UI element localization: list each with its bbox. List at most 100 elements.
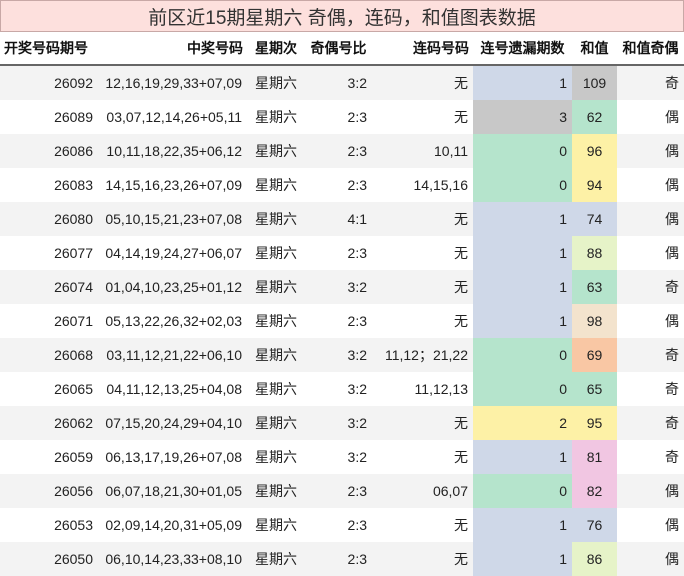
table-row: 26071 05,13,22,26,32+02,03 星期六 2:3 无 1 98 偶 xyxy=(0,304,684,338)
cell-consec: 无 xyxy=(372,65,473,100)
cell-issue: 26059 xyxy=(0,440,98,474)
table-row: 26062 07,15,20,24,29+04,10 星期六 3:2 无 2 95 奇 xyxy=(0,406,684,440)
cell-parity: 偶 xyxy=(617,168,684,202)
cell-issue: 26050 xyxy=(0,542,98,576)
cell-sum: 98 xyxy=(572,304,617,338)
cell-ratio: 2:3 xyxy=(305,304,372,338)
header-sum: 和值 xyxy=(572,32,617,66)
cell-ratio: 4:1 xyxy=(305,202,372,236)
cell-gap: 1 xyxy=(473,202,572,236)
cell-ratio: 2:3 xyxy=(305,100,372,134)
table-row: 26083 14,15,16,23,26+07,09 星期六 2:3 14,15,16 0… xyxy=(0,168,684,202)
cell-numbers: 05,13,22,26,32+02,03 xyxy=(98,304,247,338)
page-title: 前区近15期星期六 奇偶，连码，和值图表数据 xyxy=(0,0,684,32)
cell-weekday: 星期六 xyxy=(247,202,305,236)
table-row: 26092 12,16,19,29,33+07,09 星期六 3:2 无 1 109 奇 xyxy=(0,65,684,100)
cell-issue: 26077 xyxy=(0,236,98,270)
cell-consec: 无 xyxy=(372,508,473,542)
cell-parity: 偶 xyxy=(617,134,684,168)
cell-gap: 1 xyxy=(473,440,572,474)
header-parity: 和值奇偶 xyxy=(617,32,684,66)
table-row: 26053 02,09,14,20,31+05,09 星期六 2:3 无 1 76 偶 xyxy=(0,508,684,542)
header-row: 开奖号码期号 中奖号码 星期次 奇偶号比 连码号码 连号遗漏期数 和值 和值奇偶 xyxy=(0,32,684,66)
cell-issue: 26065 xyxy=(0,372,98,406)
cell-ratio: 2:3 xyxy=(305,134,372,168)
cell-sum: 88 xyxy=(572,236,617,270)
table-row: 26050 06,10,14,23,33+08,10 星期六 2:3 无 1 86 偶 xyxy=(0,542,684,576)
cell-sum: 82 xyxy=(572,474,617,508)
cell-parity: 奇 xyxy=(617,372,684,406)
cell-consec: 无 xyxy=(372,202,473,236)
cell-sum: 69 xyxy=(572,338,617,372)
cell-numbers: 04,14,19,24,27+06,07 xyxy=(98,236,247,270)
cell-weekday: 星期六 xyxy=(247,270,305,304)
cell-sum: 63 xyxy=(572,270,617,304)
cell-issue: 26068 xyxy=(0,338,98,372)
cell-weekday: 星期六 xyxy=(247,440,305,474)
cell-issue: 26092 xyxy=(0,65,98,100)
cell-weekday: 星期六 xyxy=(247,338,305,372)
cell-parity: 偶 xyxy=(617,304,684,338)
header-issue: 开奖号码期号 xyxy=(0,32,98,66)
cell-consec: 14,15,16 xyxy=(372,168,473,202)
cell-numbers: 02,09,14,20,31+05,09 xyxy=(98,508,247,542)
cell-gap: 0 xyxy=(473,474,572,508)
cell-sum: 109 xyxy=(572,65,617,100)
cell-ratio: 3:2 xyxy=(305,440,372,474)
cell-parity: 偶 xyxy=(617,100,684,134)
cell-weekday: 星期六 xyxy=(247,508,305,542)
cell-weekday: 星期六 xyxy=(247,542,305,576)
cell-weekday: 星期六 xyxy=(247,134,305,168)
cell-numbers: 06,07,18,21,30+01,05 xyxy=(98,474,247,508)
cell-gap: 0 xyxy=(473,134,572,168)
cell-numbers: 12,16,19,29,33+07,09 xyxy=(98,65,247,100)
cell-consec: 11,12,13 xyxy=(372,372,473,406)
cell-ratio: 3:2 xyxy=(305,406,372,440)
cell-consec: 10,11 xyxy=(372,134,473,168)
cell-weekday: 星期六 xyxy=(247,406,305,440)
cell-parity: 奇 xyxy=(617,440,684,474)
cell-numbers: 01,04,10,23,25+01,12 xyxy=(98,270,247,304)
header-gap: 连号遗漏期数 xyxy=(473,32,572,66)
table-row: 26086 10,11,18,22,35+06,12 星期六 2:3 10,11 0 96 偶 xyxy=(0,134,684,168)
cell-weekday: 星期六 xyxy=(247,236,305,270)
cell-gap: 0 xyxy=(473,372,572,406)
header-numbers: 中奖号码 xyxy=(98,32,247,66)
cell-issue: 26074 xyxy=(0,270,98,304)
cell-ratio: 2:3 xyxy=(305,542,372,576)
cell-gap: 1 xyxy=(473,65,572,100)
cell-numbers: 03,11,12,21,22+06,10 xyxy=(98,338,247,372)
cell-parity: 奇 xyxy=(617,338,684,372)
cell-weekday: 星期六 xyxy=(247,65,305,100)
header-ratio: 奇偶号比 xyxy=(305,32,372,66)
cell-ratio: 2:3 xyxy=(305,474,372,508)
cell-weekday: 星期六 xyxy=(247,304,305,338)
cell-ratio: 2:3 xyxy=(305,168,372,202)
cell-parity: 奇 xyxy=(617,65,684,100)
cell-sum: 76 xyxy=(572,508,617,542)
cell-parity: 偶 xyxy=(617,236,684,270)
cell-sum: 86 xyxy=(572,542,617,576)
cell-parity: 偶 xyxy=(617,202,684,236)
cell-numbers: 05,10,15,21,23+07,08 xyxy=(98,202,247,236)
table-row: 26056 06,07,18,21,30+01,05 星期六 2:3 06,07 0 82 偶 xyxy=(0,474,684,508)
cell-parity: 偶 xyxy=(617,542,684,576)
cell-issue: 26053 xyxy=(0,508,98,542)
cell-ratio: 3:2 xyxy=(305,270,372,304)
cell-sum: 81 xyxy=(572,440,617,474)
cell-ratio: 3:2 xyxy=(305,338,372,372)
header-weekday: 星期次 xyxy=(247,32,305,66)
cell-parity: 奇 xyxy=(617,406,684,440)
cell-issue: 26083 xyxy=(0,168,98,202)
cell-weekday: 星期六 xyxy=(247,168,305,202)
cell-issue: 26071 xyxy=(0,304,98,338)
cell-consec: 06,07 xyxy=(372,474,473,508)
cell-issue: 26086 xyxy=(0,134,98,168)
table-row: 26059 06,13,17,19,26+07,08 星期六 3:2 无 1 81 奇 xyxy=(0,440,684,474)
cell-consec: 无 xyxy=(372,100,473,134)
cell-sum: 95 xyxy=(572,406,617,440)
cell-issue: 26089 xyxy=(0,100,98,134)
cell-consec: 无 xyxy=(372,236,473,270)
table-row: 26089 03,07,12,14,26+05,11 星期六 2:3 无 3 62 偶 xyxy=(0,100,684,134)
cell-consec: 无 xyxy=(372,304,473,338)
